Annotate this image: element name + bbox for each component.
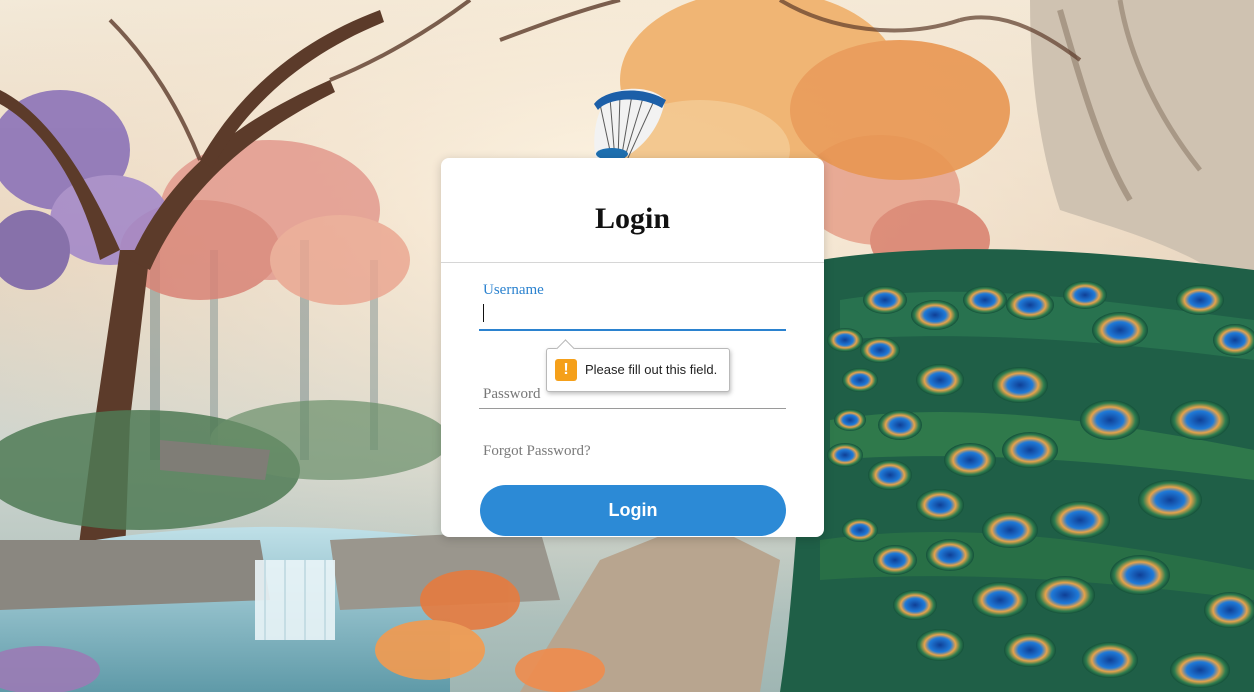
username-input[interactable] [479, 300, 786, 326]
username-underline [479, 329, 786, 331]
text-cursor [483, 304, 484, 322]
login-title: Login [594, 202, 671, 235]
login-button[interactable]: Login [480, 485, 786, 536]
forgot-password-link[interactable]: Forgot Password? [483, 443, 591, 460]
username-label: Username [483, 282, 544, 298]
validation-tooltip: ! Please fill out this field. [546, 339, 730, 392]
title-divider [441, 262, 824, 263]
warning-icon: ! [555, 359, 577, 381]
password-underline [479, 408, 786, 409]
validation-message: Please fill out this field. [585, 362, 718, 377]
